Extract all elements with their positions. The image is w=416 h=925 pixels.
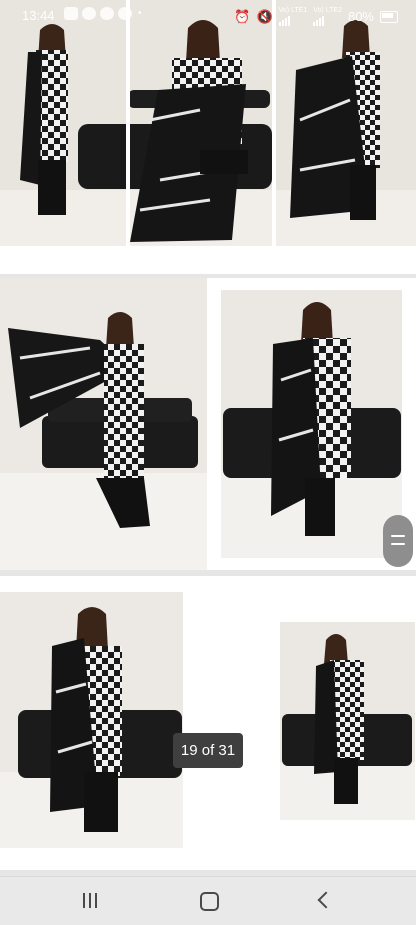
app-icon	[118, 7, 132, 20]
battery-text: 80%	[347, 9, 374, 24]
system-nav-bar	[0, 876, 416, 925]
status-icons-right: ⏰ 🔇 Vo) LTE1 Vo) LTE2 80%	[234, 7, 398, 26]
product-photo-3[interactable]	[221, 290, 402, 558]
status-time: 13:44	[22, 8, 55, 23]
gallery-icon	[64, 7, 78, 20]
network-label-1: Vo) LTE1	[278, 7, 308, 14]
gallery-card-1[interactable]	[0, 0, 416, 274]
product-photo-2[interactable]	[0, 278, 207, 570]
signal-icon	[278, 14, 308, 26]
message-icon	[82, 7, 96, 20]
gallery-card-2[interactable]	[0, 278, 416, 570]
network-2: Vo) LTE2	[313, 7, 342, 26]
whatsapp-icon	[100, 7, 114, 20]
image-counter: 19 of 31	[173, 733, 243, 768]
product-photo-4[interactable]	[0, 592, 183, 848]
more-dot-icon: •	[138, 8, 142, 19]
product-photo-1[interactable]	[0, 0, 416, 246]
battery-icon	[380, 10, 398, 23]
product-photo-5[interactable]	[280, 622, 415, 820]
alarm-icon: ⏰	[234, 8, 251, 24]
mute-icon: 🔇	[256, 8, 273, 24]
network-1: Vo) LTE1	[278, 7, 308, 26]
signal-icon	[313, 14, 342, 26]
home-icon[interactable]	[188, 887, 228, 915]
back-icon[interactable]	[304, 887, 344, 915]
recents-icon[interactable]	[70, 887, 110, 915]
network-label-2: Vo) LTE2	[313, 7, 342, 14]
status-bar: 13:44 • ⏰ 🔇 Vo) LTE1 Vo) LTE2 80%	[0, 0, 416, 30]
notification-icons: •	[64, 7, 142, 20]
gallery-card-3[interactable]	[0, 576, 416, 870]
scroll-handle-icon[interactable]	[383, 515, 413, 567]
